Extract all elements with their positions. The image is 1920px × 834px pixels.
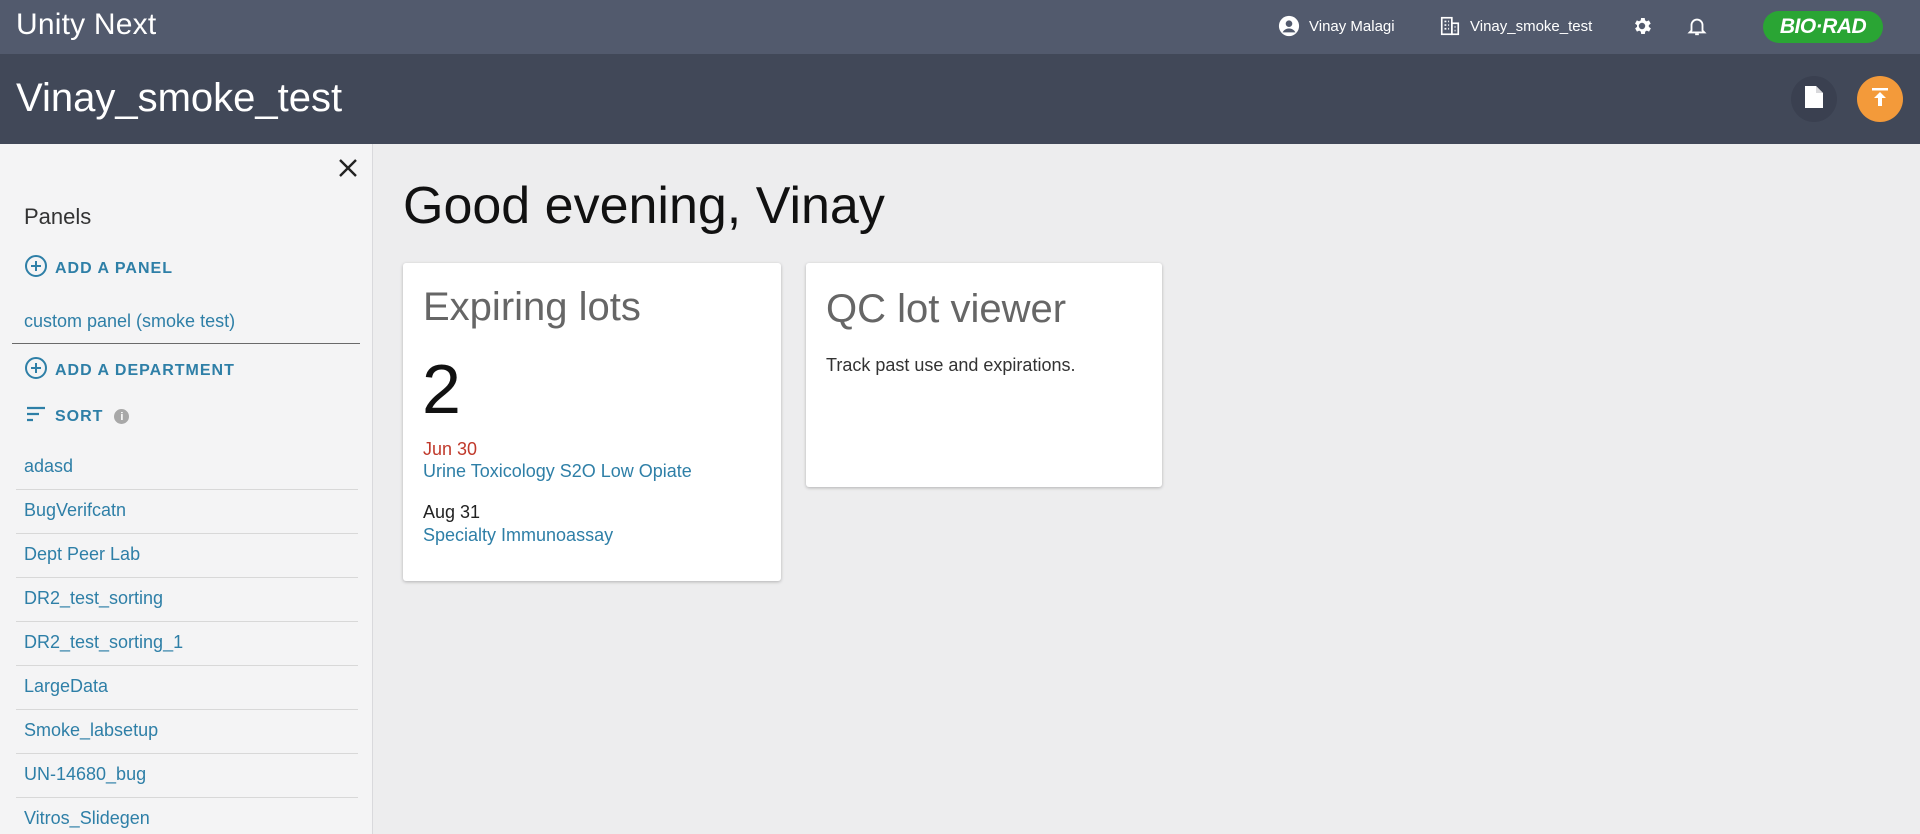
department-item[interactable]: adasd bbox=[16, 446, 358, 490]
department-item[interactable]: BugVerifcatn bbox=[16, 490, 358, 534]
add-panel-button[interactable]: ADD A PANEL bbox=[24, 254, 173, 283]
card-title: QC lot viewer bbox=[826, 287, 1067, 331]
lab-title: Vinay_smoke_test bbox=[16, 76, 343, 120]
panels-heading: Panels bbox=[24, 204, 92, 229]
lot-link[interactable]: Urine Toxicology S2O Low Opiate bbox=[423, 461, 692, 482]
sort-button[interactable]: SORT i bbox=[24, 402, 130, 431]
expiring-lots-card[interactable]: Expiring lots 2 Jun 30 Urine Toxicology … bbox=[403, 263, 781, 581]
sidebar: Panels ADD A PANEL custom panel (smoke t… bbox=[0, 144, 373, 834]
bell-icon bbox=[1685, 14, 1709, 38]
app-title[interactable]: Unity Next bbox=[16, 8, 156, 42]
department-item[interactable]: Dept Peer Lab bbox=[16, 534, 358, 578]
department-item[interactable]: LargeData bbox=[16, 666, 358, 710]
info-icon[interactable]: i bbox=[114, 409, 130, 424]
panel-link[interactable]: custom panel (smoke test) bbox=[24, 311, 235, 332]
lot-date: Aug 31 bbox=[423, 502, 481, 522]
document-icon bbox=[1803, 84, 1825, 115]
building-icon bbox=[1438, 14, 1462, 38]
card-title: Expiring lots bbox=[423, 285, 641, 329]
department-item[interactable]: DR2_test_sorting_1 bbox=[16, 622, 358, 666]
close-icon bbox=[336, 159, 360, 184]
notifications-button[interactable] bbox=[1685, 14, 1709, 38]
qc-lot-viewer-card[interactable]: QC lot viewer Track past use and expirat… bbox=[806, 263, 1162, 487]
department-item[interactable]: Vitros_Slidegen bbox=[16, 798, 358, 834]
card-description: Track past use and expirations. bbox=[826, 355, 1076, 375]
add-panel-label: ADD A PANEL bbox=[55, 259, 173, 277]
greeting: Good evening, Vinay bbox=[403, 177, 885, 235]
sort-icon bbox=[24, 402, 48, 431]
user-name: Vinay Malagi bbox=[1309, 17, 1395, 35]
sort-label: SORT bbox=[55, 407, 104, 425]
add-department-label: ADD A DEPARTMENT bbox=[55, 361, 235, 379]
add-circle-icon bbox=[24, 356, 48, 385]
lab-name: Vinay_smoke_test bbox=[1470, 17, 1593, 35]
divider bbox=[12, 343, 360, 344]
department-item[interactable]: Smoke_labsetup bbox=[16, 710, 358, 754]
settings-button[interactable] bbox=[1630, 14, 1654, 38]
top-bar: Unity Next Vinay Malagi Vinay_smoke_test… bbox=[0, 0, 1920, 54]
close-sidebar-button[interactable] bbox=[336, 156, 360, 180]
department-list: adasd BugVerifcatn Dept Peer Lab DR2_tes… bbox=[16, 446, 358, 834]
upload-icon bbox=[1869, 85, 1891, 114]
lot-link[interactable]: Specialty Immunoassay bbox=[423, 525, 613, 546]
report-button[interactable] bbox=[1791, 76, 1837, 122]
upload-button[interactable] bbox=[1857, 76, 1903, 122]
lab-menu[interactable]: Vinay_smoke_test bbox=[1438, 14, 1592, 38]
add-circle-icon bbox=[24, 254, 48, 283]
department-item[interactable]: UN-14680_bug bbox=[16, 754, 358, 798]
user-menu[interactable]: Vinay Malagi bbox=[1277, 14, 1395, 38]
lab-header: Vinay_smoke_test bbox=[0, 54, 1920, 144]
bio-rad-logo: BIO·RAD bbox=[1763, 11, 1883, 43]
add-department-button[interactable]: ADD A DEPARTMENT bbox=[24, 356, 235, 385]
account-circle-icon bbox=[1277, 14, 1301, 38]
expiring-count: 2 bbox=[422, 350, 461, 428]
gear-icon bbox=[1630, 14, 1654, 38]
lot-date: Jun 30 bbox=[423, 439, 478, 459]
department-item[interactable]: DR2_test_sorting bbox=[16, 578, 358, 622]
